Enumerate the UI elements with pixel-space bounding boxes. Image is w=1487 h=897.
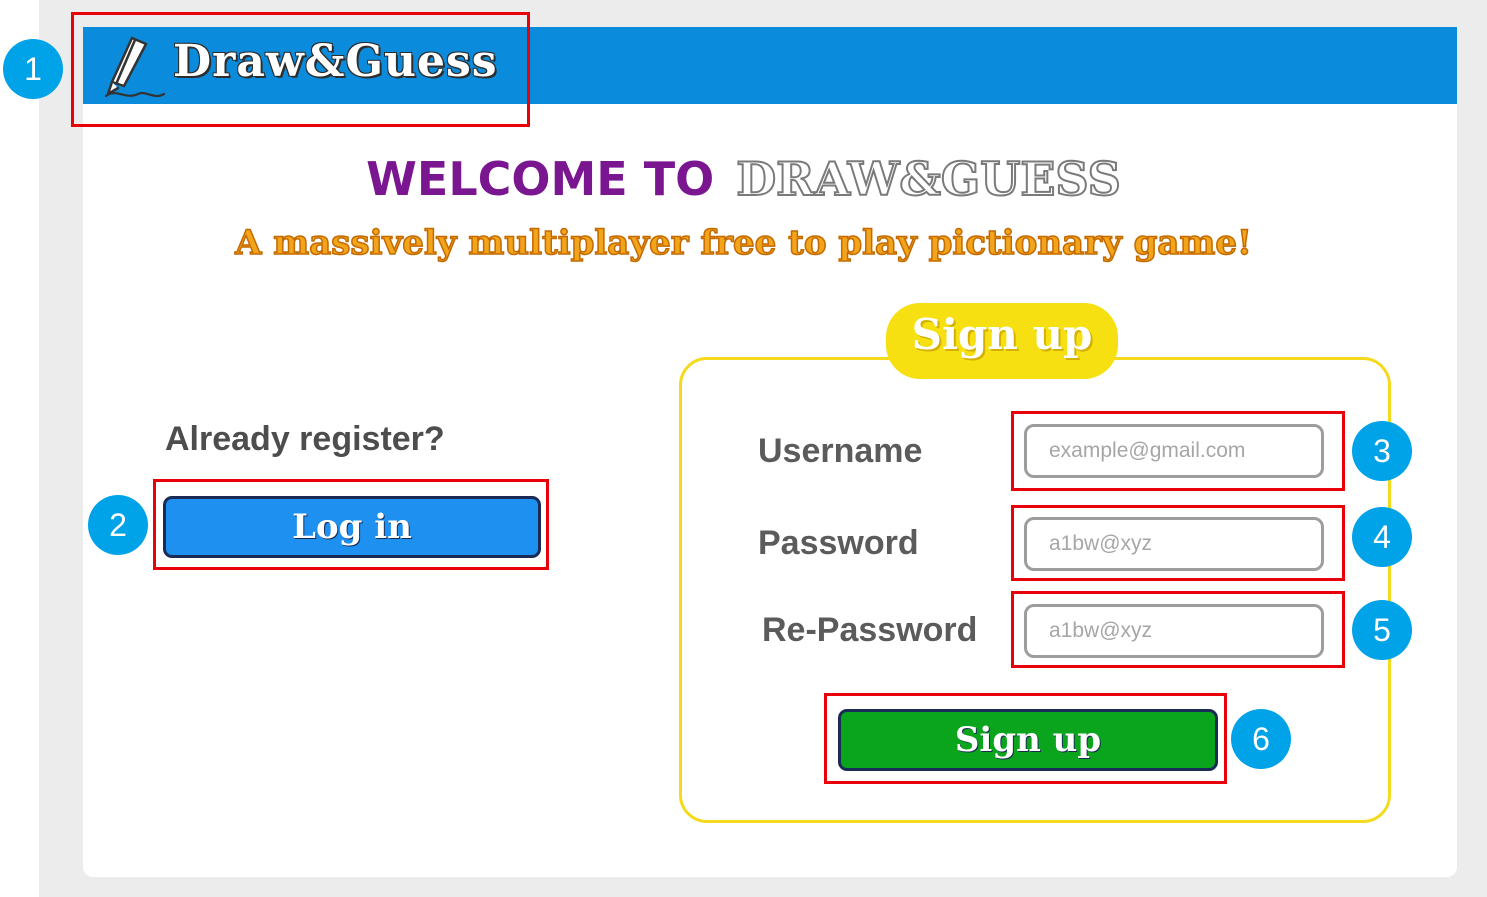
password-label: Password xyxy=(758,524,919,562)
signup-title: Sign up xyxy=(911,310,1093,359)
username-input[interactable] xyxy=(1024,424,1324,478)
annotation-badge-3: 3 xyxy=(1352,421,1412,481)
signup-button[interactable]: Sign up xyxy=(838,709,1218,771)
annotation-badge-4: 4 xyxy=(1352,507,1412,567)
welcome-heading: WELCOME TO DRAW&GUESS xyxy=(0,151,1487,207)
re-password-label: Re-Password xyxy=(762,611,978,649)
annotation-badge-2: 2 xyxy=(88,495,148,555)
annotation-badge-5: 5 xyxy=(1352,600,1412,660)
app-logo-text[interactable]: Draw&Guess xyxy=(173,36,498,87)
welcome-line-2: DRAW&GUESS xyxy=(735,151,1122,207)
password-input[interactable] xyxy=(1024,517,1324,571)
username-label: Username xyxy=(758,432,923,470)
annotation-badge-1: 1 xyxy=(3,39,63,99)
login-button[interactable]: Log in xyxy=(163,496,541,558)
pencil-logo-icon xyxy=(104,36,166,98)
re-password-input[interactable] xyxy=(1024,604,1324,658)
already-registered-prompt: Already register? xyxy=(165,420,445,458)
welcome-line-1: WELCOME TO xyxy=(366,152,715,206)
annotation-badge-6: 6 xyxy=(1231,709,1291,769)
tagline: A massively multiplayer free to play pic… xyxy=(234,222,1252,264)
